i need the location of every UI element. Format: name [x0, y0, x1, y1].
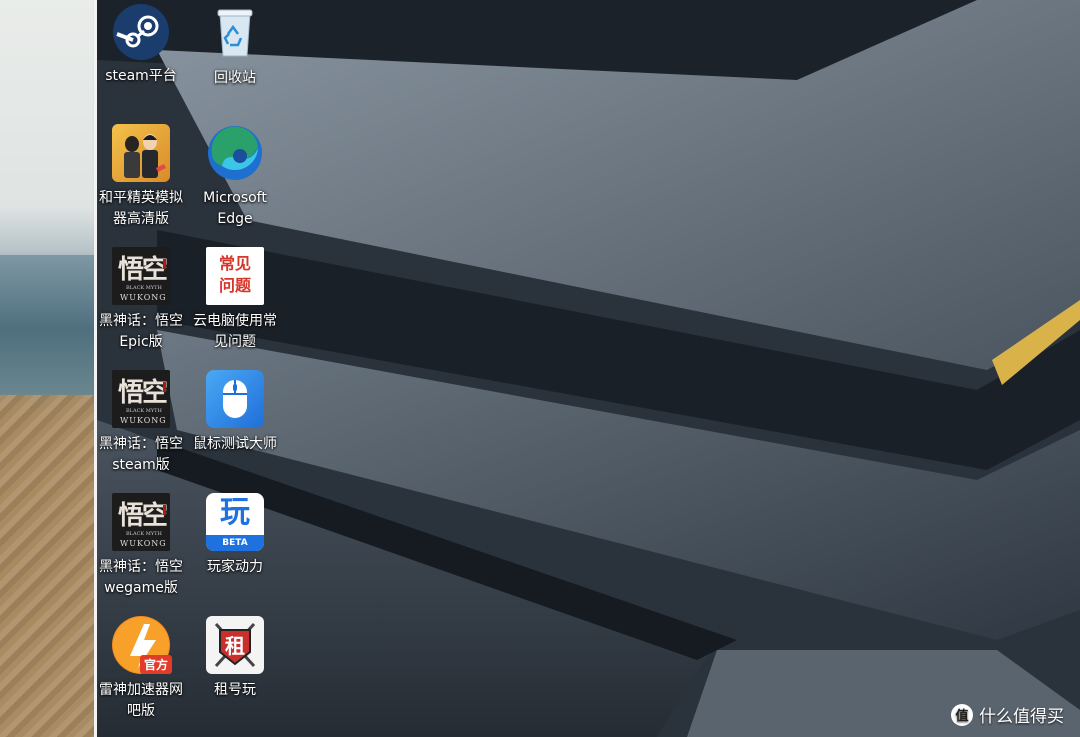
- desktop-icon-player-boost[interactable]: 玩 BETA 玩家动力: [189, 493, 281, 578]
- sea-area: [0, 255, 96, 405]
- cliff-area: [0, 395, 96, 737]
- desktop-icon-peace-elite[interactable]: 和平精英模拟器高清版: [97, 124, 187, 230]
- host-wallpaper-strip: [0, 0, 96, 737]
- mouse-icon: [206, 370, 264, 428]
- desktop-icon-edge[interactable]: Microsoft Edge: [189, 124, 281, 230]
- desktop-icon-recycle-bin[interactable]: 回收站: [189, 4, 281, 89]
- remote-desktop: steam平台 回收站 和平精英模拟器高清版 Microsoft Edge 悟空…: [97, 0, 1080, 737]
- desktop-icon-zuhaowan[interactable]: 租 租号玩: [189, 616, 281, 701]
- game-icon: [112, 124, 170, 182]
- watermark-text: 什么值得买: [979, 707, 1064, 727]
- watermark-logo-icon: 值: [951, 703, 973, 726]
- desktop-icon-leishen[interactable]: 官方 雷神加速器网吧版: [97, 616, 187, 722]
- watermark: 值 什么值得买: [951, 702, 1064, 727]
- faq-icon: 常见问题: [206, 247, 264, 305]
- desktop-icon-wukong-steam[interactable]: 悟空 BLACK MYTH WUKONG 黑神话：悟空steam版: [97, 370, 187, 476]
- icon-label: 鼠标测试大师: [193, 436, 277, 452]
- wukong-icon: 悟空 BLACK MYTH WUKONG: [112, 370, 170, 428]
- player-boost-icon: 玩 BETA: [206, 493, 264, 551]
- leishen-icon: 官方: [112, 616, 172, 674]
- steam-icon: [113, 4, 169, 60]
- icon-label: 黑神话：悟空Epic版: [99, 313, 183, 350]
- desktop-icon-mouse-test[interactable]: 鼠标测试大师: [189, 370, 281, 455]
- icon-label: Microsoft Edge: [203, 190, 267, 227]
- icon-label: steam平台: [105, 68, 177, 84]
- icon-label: 回收站: [214, 70, 256, 86]
- icon-label: 租号玩: [214, 682, 256, 698]
- wukong-icon: 悟空 BLACK MYTH WUKONG: [112, 247, 170, 305]
- icon-label: 黑神话：悟空wegame版: [99, 559, 183, 596]
- icon-label: 云电脑使用常见问题: [193, 313, 277, 350]
- icon-label: 玩家动力: [207, 559, 263, 575]
- icon-label: 黑神话：悟空steam版: [99, 436, 183, 473]
- icon-label: 雷神加速器网吧版: [99, 682, 183, 719]
- edge-icon: [206, 124, 264, 182]
- wukong-icon: 悟空 BLACK MYTH WUKONG: [112, 493, 170, 551]
- desktop-icon-wukong-epic[interactable]: 悟空 BLACK MYTH WUKONG 黑神话：悟空Epic版: [97, 247, 187, 353]
- desktop-icon-steam[interactable]: steam平台: [97, 4, 187, 87]
- desktop-icon-faq[interactable]: 常见问题 云电脑使用常见问题: [189, 247, 281, 353]
- icon-label: 和平精英模拟器高清版: [99, 190, 183, 227]
- zuhaowan-icon: 租: [206, 616, 264, 674]
- desktop-icon-wukong-wegame[interactable]: 悟空 BLACK MYTH WUKONG 黑神话：悟空wegame版: [97, 493, 187, 599]
- recycle-bin-icon: [206, 4, 264, 62]
